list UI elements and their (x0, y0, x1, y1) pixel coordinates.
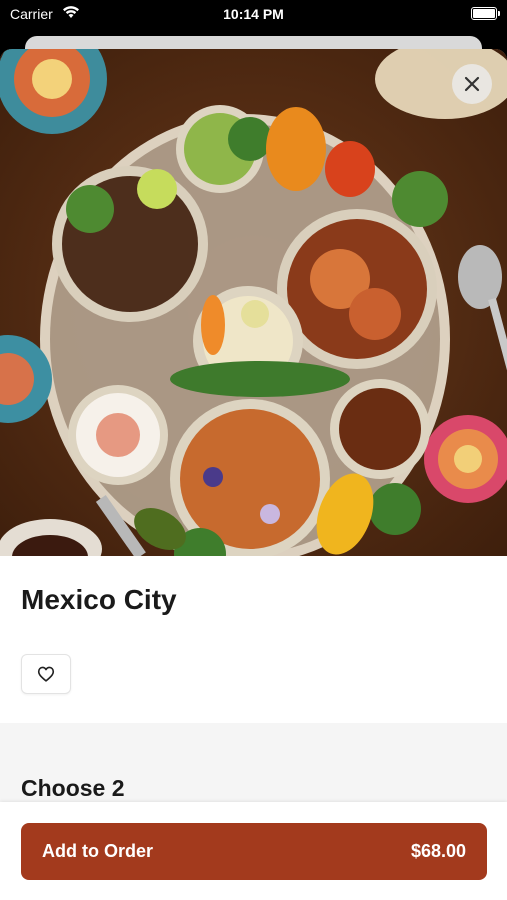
heart-icon (37, 666, 55, 682)
add-to-order-button[interactable]: Add to Order $68.00 (21, 823, 487, 880)
battery-icon (471, 7, 500, 20)
favorite-button[interactable] (21, 654, 71, 694)
item-detail-sheet: Mexico City Choose 2 (0, 49, 507, 900)
close-icon (464, 76, 480, 92)
status-bar: Carrier 10:14 PM (0, 0, 507, 30)
hero-image (0, 49, 507, 556)
clock: 10:14 PM (223, 6, 284, 22)
close-button[interactable] (452, 64, 492, 104)
bottom-bar: Add to Order $68.00 (0, 802, 507, 900)
section-title: Choose 2 (21, 775, 125, 801)
order-price: $68.00 (410, 841, 466, 861)
add-to-order-label: Add to Order (42, 841, 153, 861)
item-title: Mexico City (21, 584, 177, 615)
